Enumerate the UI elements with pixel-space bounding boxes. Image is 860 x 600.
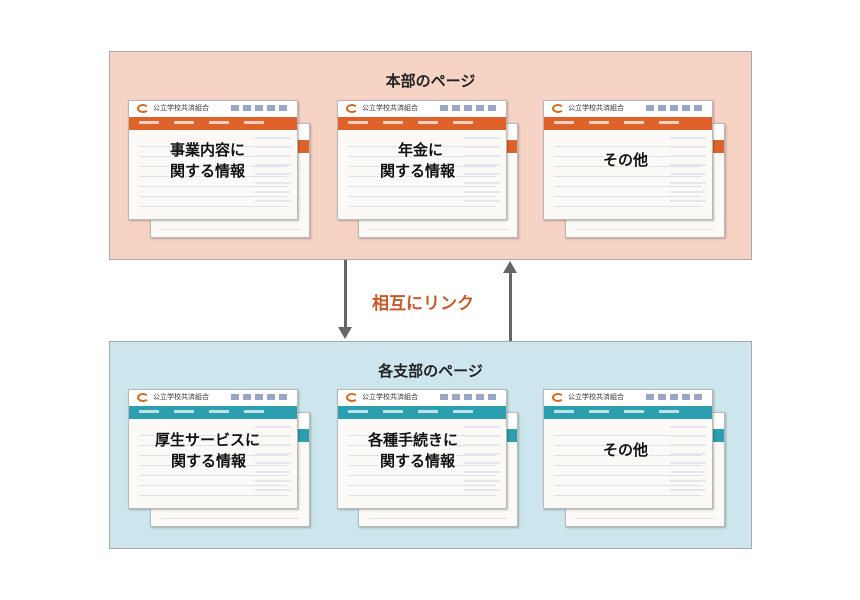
- headquarters-title: 本部のページ: [385, 72, 476, 90]
- logo-icon: [552, 393, 564, 402]
- arrow-up-line: [509, 273, 512, 341]
- arrow-down-icon: [338, 327, 352, 339]
- arrow-up-icon: [503, 261, 517, 273]
- logo-icon: [137, 104, 149, 113]
- pension-info-label: 年金に 関する情報: [380, 141, 456, 180]
- business-info-label: 事業内容に 関する情報: [170, 141, 246, 180]
- logo-icon: [346, 393, 358, 402]
- org-name: 公立学校共済組合: [153, 104, 209, 112]
- branch-title: 各支部のページ: [378, 362, 483, 380]
- procedures-info-label: 各種手続きに 関する情報: [368, 431, 459, 470]
- other-info-label: その他: [603, 151, 649, 169]
- arrow-down-line: [344, 260, 347, 328]
- branch-other-info-label: その他: [603, 441, 649, 459]
- logo-icon: [552, 104, 564, 113]
- logo-icon: [346, 104, 358, 113]
- welfare-info-label: 厚生サービスに 関する情報: [155, 431, 261, 470]
- logo-icon: [137, 393, 149, 402]
- mutual-link-label: 相互にリンク: [372, 294, 474, 314]
